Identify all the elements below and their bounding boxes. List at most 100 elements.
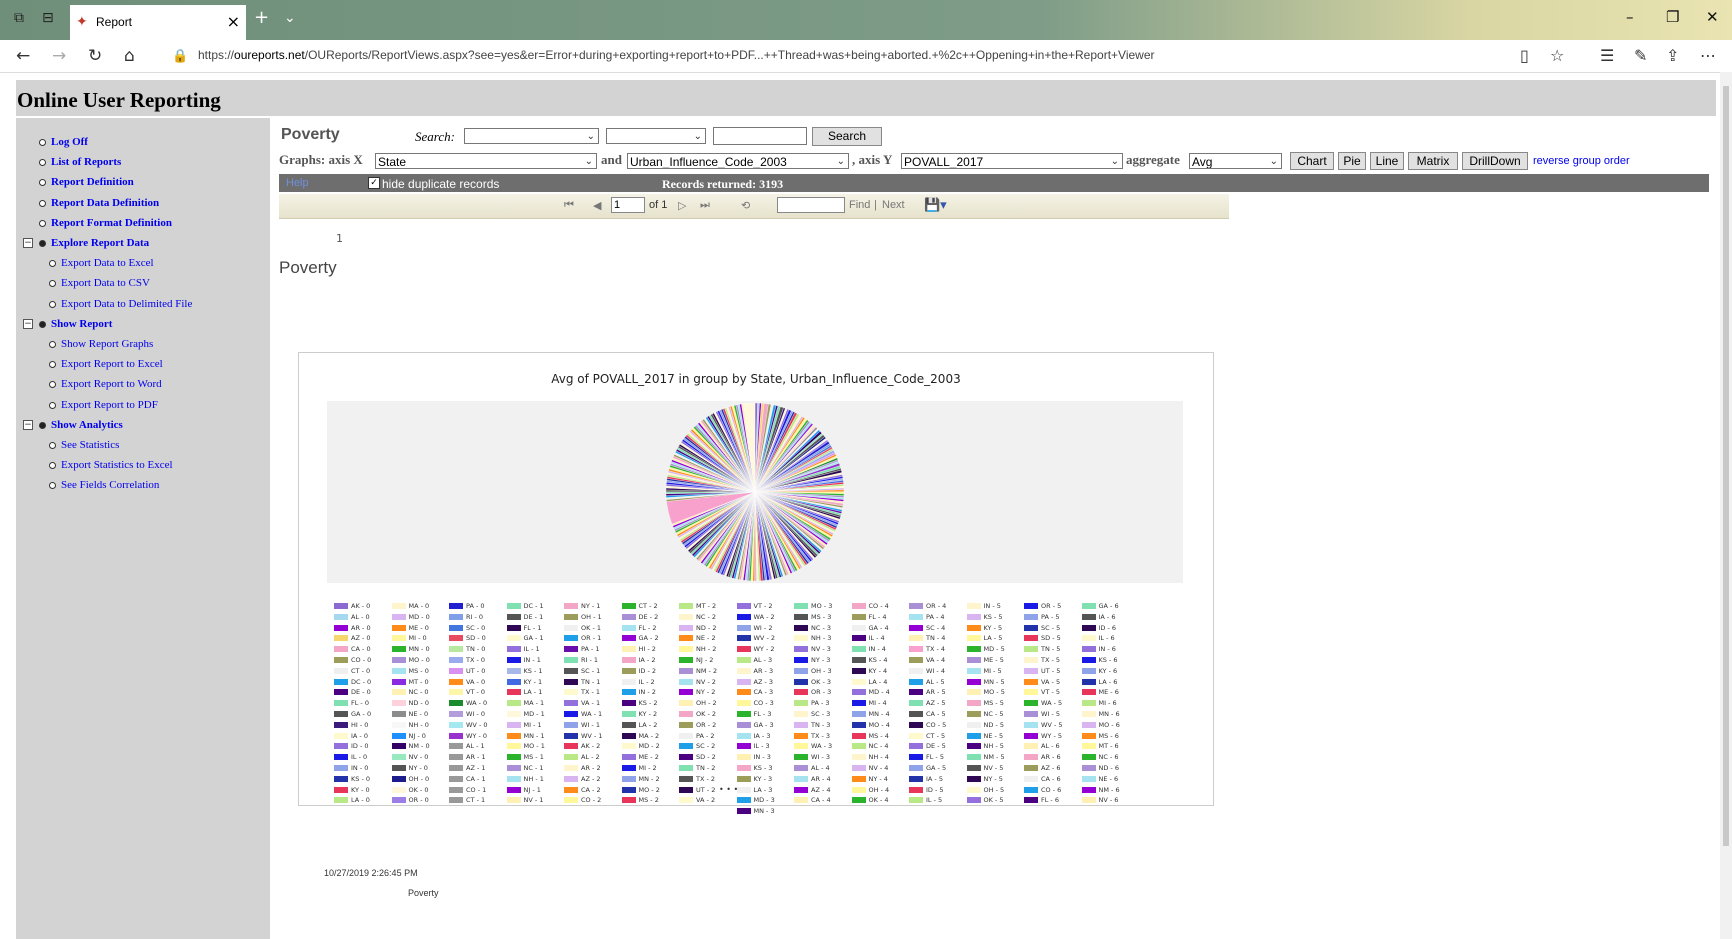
collapse-toggle-icon[interactable]: −: [23, 318, 33, 329]
and-select[interactable]: Urban_Influence_Code_2003 ⌄: [627, 153, 849, 169]
legend-label: VT - 0: [466, 688, 486, 697]
page-number-input[interactable]: [611, 197, 645, 213]
legend-swatch: [621, 646, 636, 653]
sidebar-item-export-data-to-delimited-file[interactable]: Export Data to Delimited File: [49, 298, 192, 310]
sidebar-item-show-report-graphs[interactable]: Show Report Graphs: [49, 338, 153, 350]
previous-page-icon[interactable]: ◀: [593, 199, 601, 212]
axis-x-select[interactable]: State ⌄: [375, 153, 597, 169]
sidebar-item-export-data-to-excel[interactable]: Export Data to Excel: [49, 257, 154, 269]
legend-swatch: [1024, 635, 1038, 642]
scrollbar-thumb[interactable]: [1723, 86, 1729, 846]
favorite-star-icon[interactable]: ☆: [1550, 46, 1564, 65]
more-icon[interactable]: ⋯: [1700, 46, 1716, 65]
legend-label: NY - 1: [581, 602, 601, 610]
sidebar-item-label: See Statistics: [61, 439, 120, 451]
legend-swatch: [736, 743, 751, 750]
tab-actions-icon[interactable]: ⧉: [14, 10, 24, 26]
sidebar-item-report-data-definition[interactable]: Report Data Definition: [39, 197, 159, 209]
legend-label: NY - 5: [983, 774, 1003, 783]
legend-label: OR - 5: [1041, 602, 1062, 610]
legend-label: CA - 4: [811, 796, 831, 805]
legend-swatch: [391, 711, 406, 717]
export-icon[interactable]: 💾▾: [924, 197, 947, 213]
sidebar-item-export-report-to-word[interactable]: Export Report to Word: [49, 378, 162, 390]
share-icon[interactable]: ⇪: [1666, 46, 1679, 65]
search-field-select[interactable]: ⌄: [464, 128, 599, 144]
find-link[interactable]: Find: [849, 199, 870, 211]
sidebar-item-see-statistics[interactable]: See Statistics: [49, 439, 119, 451]
minimize-icon[interactable]: –: [1626, 8, 1634, 26]
search-input[interactable]: [713, 127, 807, 145]
legend-item: DE - 5: [909, 742, 946, 750]
back-icon[interactable]: ←: [16, 46, 30, 66]
legend-label: CT - 5: [926, 731, 946, 740]
legend-item: FL - 6: [1024, 796, 1059, 804]
restore-icon[interactable]: ❐: [1666, 8, 1679, 26]
sidebar-item-report-definition[interactable]: Report Definition: [39, 176, 134, 188]
reverse-group-order-link[interactable]: reverse group order: [1533, 155, 1630, 167]
sidebar-item-log-off[interactable]: Log Off: [39, 136, 88, 148]
legend-item: NE - 6: [1081, 775, 1118, 783]
sidebar-item-export-statistics-to-excel[interactable]: Export Statistics to Excel: [49, 459, 173, 471]
sidebar-item-see-fields-correlation[interactable]: See Fields Correlation: [49, 479, 159, 491]
legend-item: OK - 5: [966, 796, 1004, 804]
forward-icon[interactable]: →: [52, 46, 66, 66]
drilldown-button[interactable]: DrillDown: [1462, 152, 1528, 170]
url-field[interactable]: https://oureports.net/OUReports/ReportVi…: [198, 48, 1155, 62]
last-page-icon[interactable]: ⏭: [700, 199, 710, 212]
legend-item: NV - 1: [506, 796, 543, 804]
sidebar-item-export-report-to-excel[interactable]: Export Report to Excel: [49, 358, 163, 370]
sidebar-item-export-data-to-csv[interactable]: Export Data to CSV: [49, 277, 150, 289]
new-tab-icon[interactable]: +: [254, 7, 269, 28]
legend-label: NC - 2: [696, 612, 717, 621]
legend-swatch: [679, 635, 693, 642]
search-button[interactable]: Search: [812, 127, 882, 146]
page-scrollbar[interactable]: [1720, 72, 1732, 939]
legend-label: IN - 5: [983, 602, 1001, 610]
sidebar-item-report-format-definition[interactable]: Report Format Definition: [39, 217, 172, 229]
axis-y-select[interactable]: POVALL_2017 ⌄: [901, 153, 1123, 169]
legend-label: VA - 4: [926, 656, 946, 664]
sidebar-item-explore-report-data[interactable]: Explore Report Data: [39, 237, 149, 249]
next-page-icon[interactable]: ▷: [678, 199, 686, 212]
matrix-button[interactable]: Matrix: [1408, 152, 1458, 170]
hide-duplicates-checkbox[interactable]: ✓: [368, 177, 380, 189]
sidebar-item-list-of-reports[interactable]: List of Reports: [39, 156, 121, 168]
pie-button[interactable]: Pie: [1338, 152, 1366, 170]
chart-button[interactable]: Chart: [1290, 152, 1334, 170]
home-icon[interactable]: ⌂: [124, 46, 135, 66]
reading-view-icon[interactable]: ▯: [1520, 46, 1529, 65]
find-input[interactable]: [777, 197, 845, 213]
legend-swatch: [909, 667, 923, 674]
legend-swatch: [966, 765, 981, 771]
close-tab-icon[interactable]: ×: [227, 12, 240, 31]
favorites-list-icon[interactable]: ☰: [1600, 46, 1614, 65]
legend-label: MT - 6: [1098, 742, 1119, 751]
legend-label: NV - 6: [1098, 796, 1119, 805]
sidebar-item-show-report[interactable]: Show Report: [39, 318, 112, 330]
refresh-icon[interactable]: ↻: [88, 46, 102, 66]
first-page-icon[interactable]: ⏮: [564, 199, 574, 212]
legend-item: FL - 5: [909, 753, 944, 761]
report-timestamp: 10/27/2019 2:26:45 PM: [324, 868, 418, 878]
legend-item: MS - 4: [851, 732, 889, 740]
back-to-parent-icon[interactable]: ⟲: [741, 199, 750, 212]
legend-swatch: [794, 732, 808, 739]
chevron-down-icon[interactable]: ⌄: [284, 10, 296, 26]
legend-item: NH - 4: [851, 753, 889, 761]
aggregate-select[interactable]: Avg ⌄: [1189, 153, 1282, 169]
sidebar-item-export-report-to-pdf[interactable]: Export Report to PDF: [49, 399, 158, 411]
help-link[interactable]: Help: [286, 177, 309, 189]
line-button[interactable]: Line: [1370, 152, 1404, 170]
collapse-toggle-icon[interactable]: −: [23, 419, 33, 430]
legend-item: GA - 2: [621, 634, 659, 642]
next-link[interactable]: Next: [882, 199, 905, 211]
sidebar-item-show-analytics[interactable]: Show Analytics: [39, 419, 123, 431]
legend-swatch: [334, 721, 348, 728]
collapse-toggle-icon[interactable]: −: [23, 238, 33, 248]
search-operator-select[interactable]: ⌄: [606, 128, 706, 144]
pen-icon[interactable]: ✎: [1634, 46, 1647, 65]
tab-preview-icon[interactable]: ⊟: [42, 10, 54, 26]
browser-tab[interactable]: ✦ Report ×: [70, 5, 246, 40]
close-window-icon[interactable]: ✕: [1706, 8, 1719, 26]
